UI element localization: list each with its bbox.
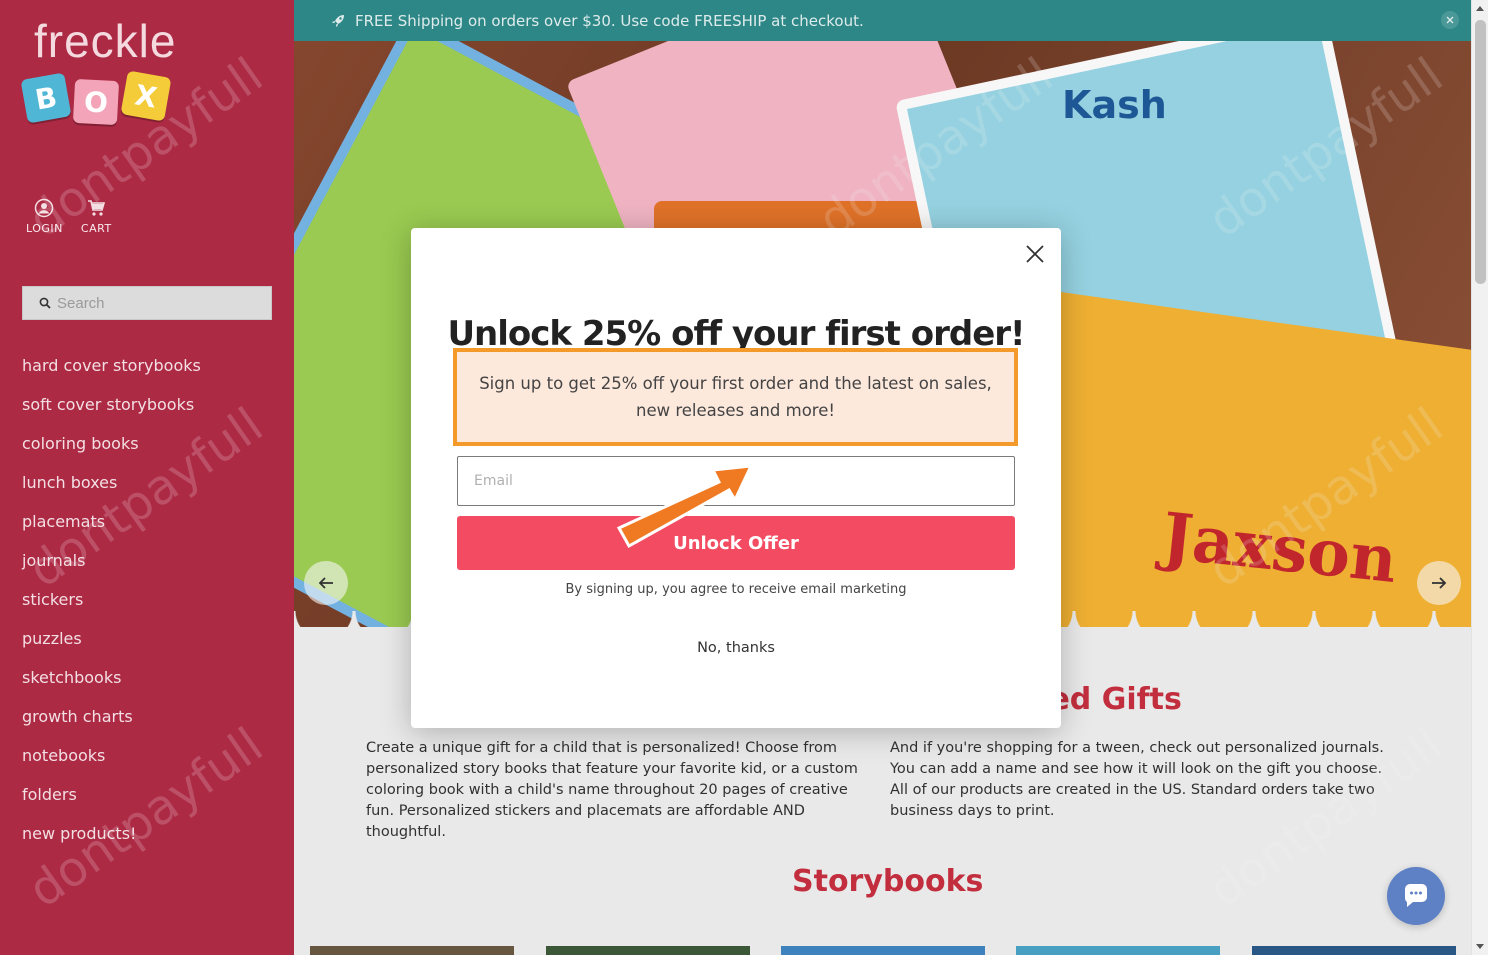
user-links: LOGIN CART: [26, 198, 112, 235]
login-label: LOGIN: [26, 222, 63, 235]
sidebar: freckle B O X LOGIN CART hard cover stor…: [0, 0, 294, 955]
cart-link[interactable]: CART: [81, 198, 112, 235]
nav-item-lunch-boxes[interactable]: lunch boxes: [22, 471, 201, 510]
search-input[interactable]: [57, 294, 257, 312]
search-icon: [39, 297, 51, 309]
logo-block-o: O: [72, 78, 120, 126]
logo-block-b: B: [20, 72, 72, 124]
nav-item-sketchbooks[interactable]: sketchbooks: [22, 666, 201, 705]
nav-item-stickers[interactable]: stickers: [22, 588, 201, 627]
nav-item-placemats[interactable]: placemats: [22, 510, 201, 549]
nav-item-coloring-books[interactable]: coloring books: [22, 432, 201, 471]
consent-text: By signing up, you agree to receive emai…: [565, 582, 907, 597]
logo-word: freckle: [34, 15, 177, 67]
scroll-up-icon[interactable]: [1476, 6, 1484, 11]
no-thanks-link[interactable]: No, thanks: [411, 640, 1061, 656]
cart-label: CART: [80, 222, 112, 235]
user-circle-icon: [35, 198, 54, 218]
nav-item-journals[interactable]: journals: [22, 549, 201, 588]
logo-block-x: X: [120, 70, 172, 122]
chat-button[interactable]: [1387, 867, 1445, 925]
cart-icon: [88, 200, 106, 216]
nav-item-folders[interactable]: folders: [22, 783, 201, 822]
page-scrollbar[interactable]: [1471, 0, 1488, 955]
nav-item-soft-cover-storybooks[interactable]: soft cover storybooks: [22, 393, 201, 432]
arrow-badge-icon: [616, 464, 754, 549]
scrollbar-thumb[interactable]: [1475, 20, 1486, 284]
popup-subtitle-highlight: Sign up to get 25% off your first order …: [453, 348, 1018, 446]
nav-item-puzzles[interactable]: puzzles: [22, 627, 201, 666]
nav-item-hard-cover-storybooks[interactable]: hard cover storybooks: [22, 354, 201, 393]
nav-item-new-products[interactable]: new products!: [22, 822, 201, 861]
close-icon: [1026, 245, 1044, 263]
popup-close-button[interactable]: [1023, 242, 1047, 266]
popup-subtitle: Sign up to get 25% off your first order …: [479, 374, 992, 420]
nav-item-growth-charts[interactable]: growth charts: [22, 705, 201, 744]
nav-item-notebooks[interactable]: notebooks: [22, 744, 201, 783]
login-link[interactable]: LOGIN: [26, 198, 63, 235]
chat-bubble-icon: [1405, 884, 1427, 907]
search-box[interactable]: [22, 286, 272, 320]
category-nav: hard cover storybooks soft cover storybo…: [22, 354, 201, 861]
discount-popup: Unlock 25% off your first order! Sign up…: [411, 228, 1061, 728]
logo-blocks: B O X: [20, 70, 194, 130]
scroll-down-icon[interactable]: [1476, 944, 1484, 949]
freckle-box-logo[interactable]: freckle B O X: [20, 14, 202, 134]
